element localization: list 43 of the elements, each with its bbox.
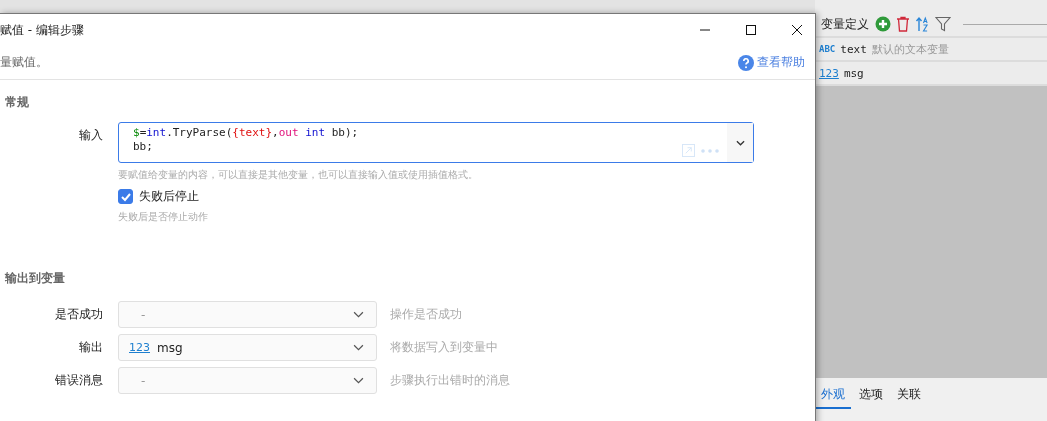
select-value: msg <box>157 340 184 355</box>
sort-icon[interactable] <box>915 16 931 32</box>
section-title: 输出到变量 <box>3 270 66 287</box>
select-field[interactable]: 123 msg <box>118 334 377 361</box>
type-label: ABC <box>819 44 836 54</box>
select-placeholder: - <box>140 373 147 388</box>
checkbox-label: 失败后停止 <box>139 188 199 205</box>
chevron-icon <box>353 377 364 384</box>
trash-icon[interactable] <box>895 16 911 32</box>
field-label: 是否成功 <box>54 306 103 323</box>
window-title: 赋值 - 编辑步骤 <box>0 21 84 39</box>
field-label: 输入 <box>78 127 103 144</box>
code-line: $=int.TryParse({text},out int bb); <box>133 126 359 140</box>
maximize-icon[interactable] <box>745 24 757 36</box>
chevron-icon <box>353 344 364 351</box>
variable-description: 默认的文本变量 <box>871 41 949 57</box>
field-hint: 将数据写入到变量中 <box>390 339 498 356</box>
field-hint: 要赋值给变量的内容，可以直接是其他变量，也可以直接输入值或使用插值格式。 <box>118 168 479 182</box>
help-icon <box>738 54 754 71</box>
code-line: bb; <box>133 140 153 154</box>
help-text: 查看帮助 <box>757 54 805 71</box>
chevron-icon <box>353 311 364 318</box>
field-hint: 步骤执行出错时的消息 <box>390 372 510 389</box>
close-icon[interactable] <box>791 24 803 36</box>
type-label: 123 <box>129 341 150 354</box>
field-label: 错误消息 <box>54 372 103 389</box>
field-hint: 操作是否成功 <box>390 306 462 323</box>
help-link[interactable]: 查看帮助 <box>738 54 805 71</box>
field-hint: 失败后是否停止动作 <box>118 210 209 224</box>
tab[interactable]: 选项 <box>853 384 889 407</box>
add-icon[interactable] <box>875 16 891 32</box>
variable-name: msg <box>843 66 864 80</box>
field-label: 输出 <box>78 339 103 356</box>
dialog-description: 量赋值。 <box>0 54 48 71</box>
panel-title: 变量定义 <box>821 15 869 33</box>
chevron-icon <box>735 139 745 146</box>
tab[interactable]: 关联 <box>891 384 927 407</box>
section-title: 常规 <box>4 94 30 111</box>
checkbox-box[interactable] <box>118 189 133 204</box>
select-placeholder: - <box>140 307 147 322</box>
variable-name: text <box>840 42 867 56</box>
type-label: 123 <box>819 66 839 80</box>
filter-icon[interactable] <box>935 16 951 32</box>
